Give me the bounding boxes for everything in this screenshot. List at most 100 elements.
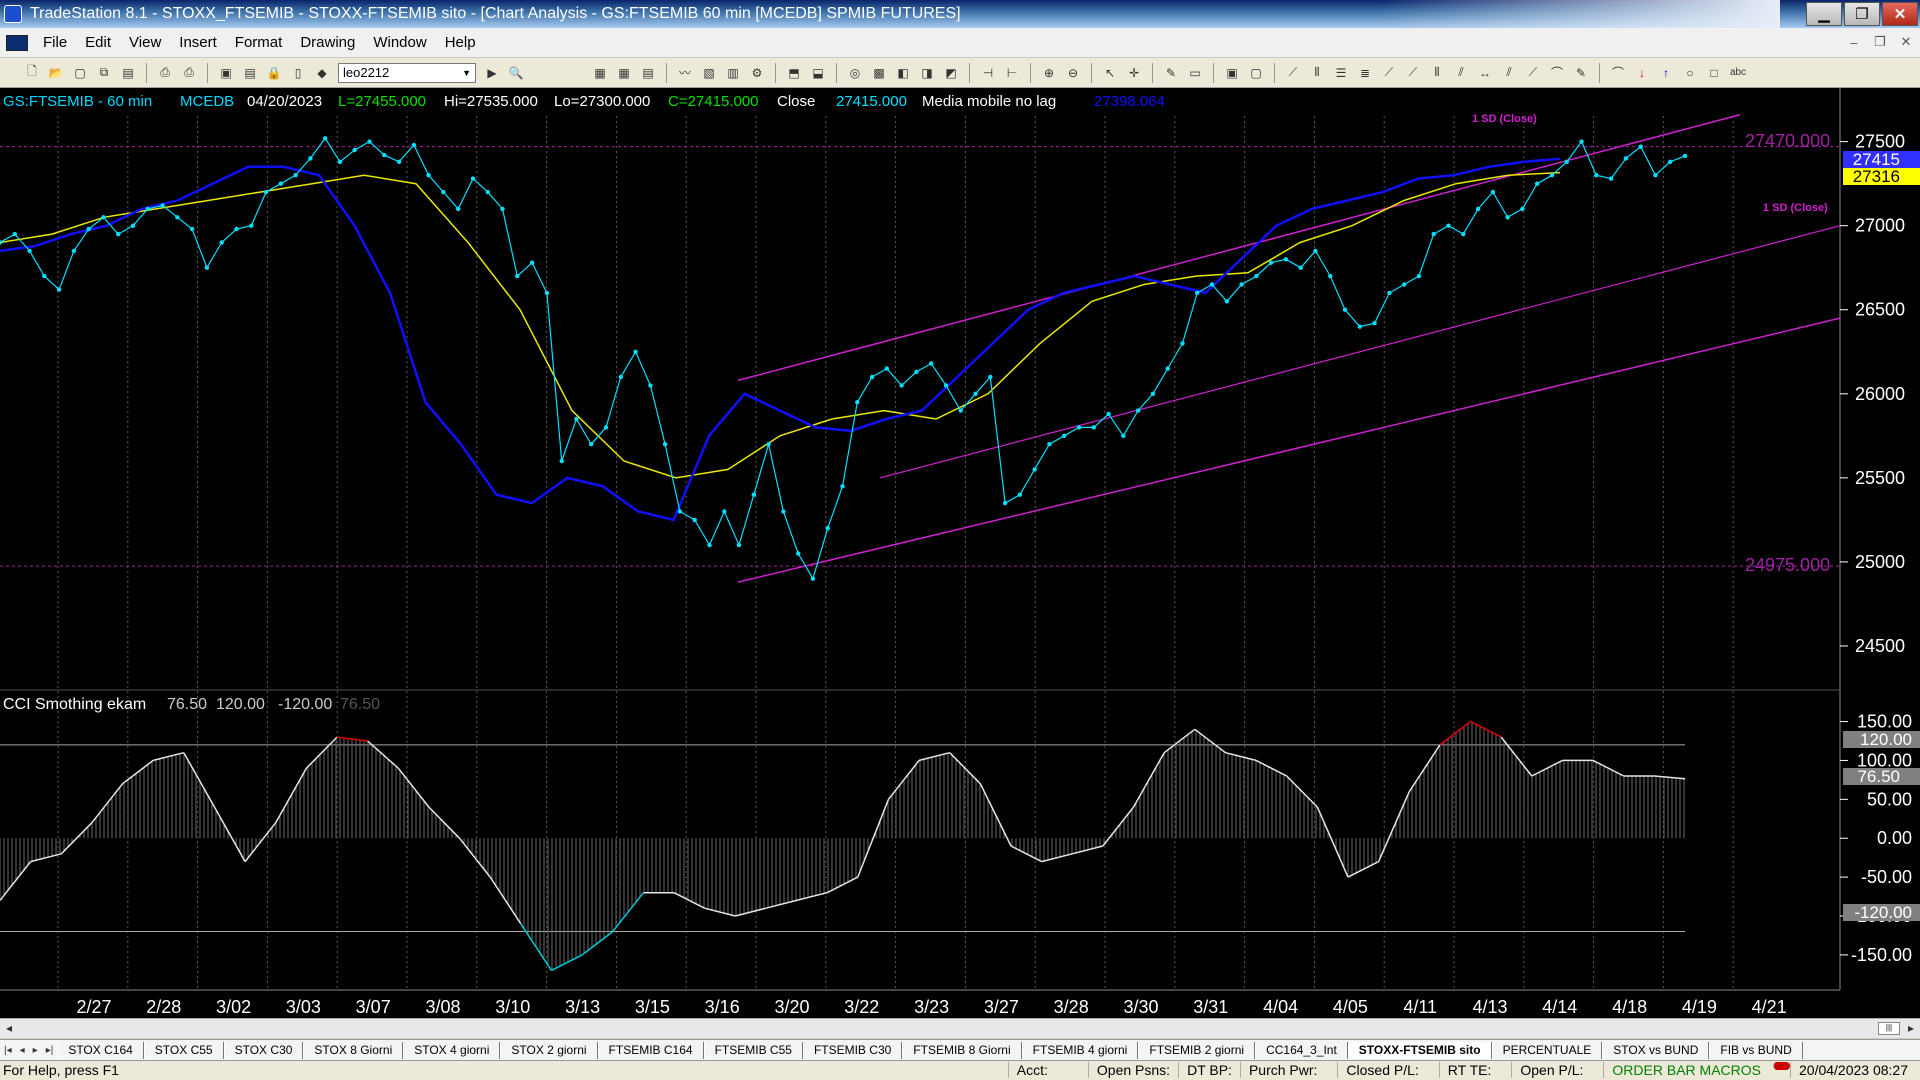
strategy-icon[interactable]: ◆ xyxy=(313,65,331,81)
maximize-button[interactable]: ❐ xyxy=(1844,2,1880,26)
workspace-tab[interactable]: FIB vs BUND xyxy=(1709,1041,1803,1059)
play-arrow-icon[interactable]: ▶ xyxy=(483,65,501,81)
minimize-button[interactable]: ▁ xyxy=(1806,2,1842,26)
workspace-tab[interactable]: STOX 4 giorni xyxy=(403,1041,501,1059)
radar-icon[interactable]: ◎ xyxy=(846,65,864,81)
new-icon[interactable]: 🗋 xyxy=(23,64,41,81)
workspace-tab[interactable]: FTSEMIB 4 giorni xyxy=(1021,1041,1139,1059)
text-icon[interactable]: abc xyxy=(1729,65,1747,81)
workspace-tab[interactable]: STOX C30 xyxy=(223,1041,304,1059)
workspace-tab[interactable]: FTSEMIB C164 xyxy=(597,1041,704,1059)
indicator-icon[interactable]: ◧ xyxy=(894,65,912,81)
tab-prev-icon[interactable]: ◂ xyxy=(16,1045,29,1056)
workspace-tab[interactable]: STOX 8 Giorni xyxy=(303,1041,404,1059)
workspace-tab[interactable]: STOX vs BUND xyxy=(1602,1041,1710,1059)
menu-edit[interactable]: Edit xyxy=(76,34,120,51)
vertical-lines-icon[interactable]: ⦀ xyxy=(1308,65,1326,81)
print-preview-icon[interactable]: ⎙ xyxy=(180,65,198,81)
arrow-up-icon[interactable]: ↑ xyxy=(1657,65,1675,81)
workspace-tab[interactable]: STOX C55 xyxy=(143,1041,224,1059)
speed-lines-icon[interactable]: ⟋ xyxy=(1380,65,1398,81)
scroll-left-icon[interactable]: ◂ xyxy=(6,1021,12,1035)
workspace-tab[interactable]: FTSEMIB 8 Giorni xyxy=(902,1041,1022,1059)
pen-icon[interactable]: ✎ xyxy=(1572,65,1590,81)
window-list-icon[interactable]: ▤ xyxy=(241,65,259,81)
curve-icon[interactable]: ⌒ xyxy=(1609,65,1627,81)
workspace-tab[interactable]: FTSEMIB C55 xyxy=(703,1041,803,1059)
open-icon[interactable]: 📂 xyxy=(47,65,65,81)
zoom-in-icon[interactable]: ⊕ xyxy=(1040,65,1058,81)
grid-view-icon[interactable]: ▦ xyxy=(591,65,609,81)
chart-svg[interactable]: GS:FTSEMIB - 60 min MCEDB 04/20/2023 L=2… xyxy=(0,88,1920,1020)
gann-fan-icon[interactable]: ⟋ xyxy=(1404,65,1422,81)
fibonacci-icon[interactable]: ≣ xyxy=(1356,65,1374,81)
scroll-right-icon[interactable]: ▸ xyxy=(1908,1021,1914,1035)
menu-file[interactable]: File xyxy=(34,34,76,51)
print-icon[interactable]: ⎙ xyxy=(156,65,174,81)
chart-scan-icon[interactable]: ▧ xyxy=(700,65,718,81)
zoom-out-icon[interactable]: ⊖ xyxy=(1064,65,1082,81)
parallel-lines-icon[interactable]: ⫽ xyxy=(1500,65,1518,81)
grid-view-2-icon[interactable]: ▦ xyxy=(615,65,633,81)
lock-icon[interactable]: 🔒 xyxy=(265,65,283,81)
menu-help[interactable]: Help xyxy=(436,34,485,51)
properties-icon[interactable]: ▭ xyxy=(1186,65,1204,81)
rectangle-icon[interactable]: □ xyxy=(1705,65,1723,81)
find-symbol-icon[interactable]: 🔍 xyxy=(507,65,525,81)
workspace-tab[interactable]: STOX C164 xyxy=(57,1041,144,1059)
doc-restore-icon[interactable]: ❐ xyxy=(1870,32,1890,52)
save-icon[interactable]: ▤ xyxy=(119,65,137,81)
chart-window-icon[interactable] xyxy=(6,34,28,51)
options-icon[interactable]: ◩ xyxy=(942,65,960,81)
chart-analysis-window[interactable]: GS:FTSEMIB - 60 min MCEDB 04/20/2023 L=2… xyxy=(0,88,1920,1020)
arrow-down-icon[interactable]: ↓ xyxy=(1633,65,1651,81)
menu-insert[interactable]: Insert xyxy=(170,34,226,51)
menu-view[interactable]: View xyxy=(120,34,170,51)
symbol-dropdown[interactable]: leo2212 ▼ xyxy=(338,62,476,83)
gray-window-icon[interactable]: ▢ xyxy=(1247,65,1265,81)
workspace-tab[interactable]: CC164_3_Int xyxy=(1255,1041,1348,1059)
fib-time-icon[interactable]: ⫴ xyxy=(1428,65,1446,81)
matrix-icon[interactable]: ▩ xyxy=(870,65,888,81)
tab-next-icon[interactable]: ▸ xyxy=(29,1045,42,1056)
workspace-tab[interactable]: PERCENTUALE xyxy=(1491,1041,1603,1059)
scroll-thumb[interactable]: ||| xyxy=(1878,1022,1900,1035)
channel-icon[interactable]: ⫽ xyxy=(1452,65,1470,81)
menu-drawing[interactable]: Drawing xyxy=(291,34,364,51)
copy-icon[interactable]: ⧉ xyxy=(95,65,113,81)
bar-compress-icon[interactable]: ⊢ xyxy=(1003,65,1021,81)
ellipse-icon[interactable]: ○ xyxy=(1681,65,1699,81)
format-window-icon[interactable]: ⬓ xyxy=(809,65,827,81)
window-icon[interactable]: ▣ xyxy=(217,65,235,81)
workspace-tab[interactable]: FTSEMIB 2 giorni xyxy=(1138,1041,1256,1059)
chart-settings-icon[interactable]: ⚙ xyxy=(748,65,766,81)
table-icon[interactable]: ▤ xyxy=(639,65,657,81)
doc-minimize-icon[interactable]: – xyxy=(1844,32,1864,52)
bar-spacing-icon[interactable]: ⊣ xyxy=(979,65,997,81)
chart-scrollbar[interactable]: ◂ ||| ▸ xyxy=(0,1018,1920,1038)
arc-icon[interactable]: ⌒ xyxy=(1548,65,1566,81)
close-button[interactable]: ✕ xyxy=(1882,2,1918,26)
doc-close-icon[interactable]: ✕ xyxy=(1896,32,1916,52)
new-workspace-icon[interactable]: ▢ xyxy=(71,65,89,81)
workspace-tab[interactable]: FTSEMIB C30 xyxy=(802,1041,903,1059)
chart-wave-icon[interactable]: 〰 xyxy=(676,65,694,81)
workspace-tab[interactable]: STOX 2 giorni xyxy=(500,1041,598,1059)
cross-pointer-icon[interactable]: ✛ xyxy=(1125,65,1143,81)
horizontal-arrow-icon[interactable]: ↔ xyxy=(1476,65,1494,81)
data-window-icon[interactable]: ▣ xyxy=(1223,65,1241,81)
menu-window[interactable]: Window xyxy=(364,34,435,51)
insert-analysis-icon[interactable]: ⬒ xyxy=(785,65,803,81)
tab-first-icon[interactable]: |◂ xyxy=(0,1045,16,1056)
chart-bars-icon[interactable]: ▥ xyxy=(724,65,742,81)
pointer-icon[interactable]: ↖ xyxy=(1101,65,1119,81)
workspace-tab[interactable]: STOXX-FTSEMIB sito xyxy=(1347,1041,1492,1059)
page-icon[interactable]: ▯ xyxy=(289,65,307,81)
status-mode[interactable]: ORDER BAR MACROS xyxy=(1603,1062,1769,1078)
quote-icon[interactable]: ◨ xyxy=(918,65,936,81)
regression-icon[interactable]: ⟋ xyxy=(1524,65,1542,81)
chevron-down-icon[interactable]: ▼ xyxy=(462,68,471,78)
tools-icon[interactable]: ✎ xyxy=(1162,65,1180,81)
horizontal-lines-icon[interactable]: ☰ xyxy=(1332,65,1350,81)
trendline-icon[interactable]: ⟋ xyxy=(1284,65,1302,81)
